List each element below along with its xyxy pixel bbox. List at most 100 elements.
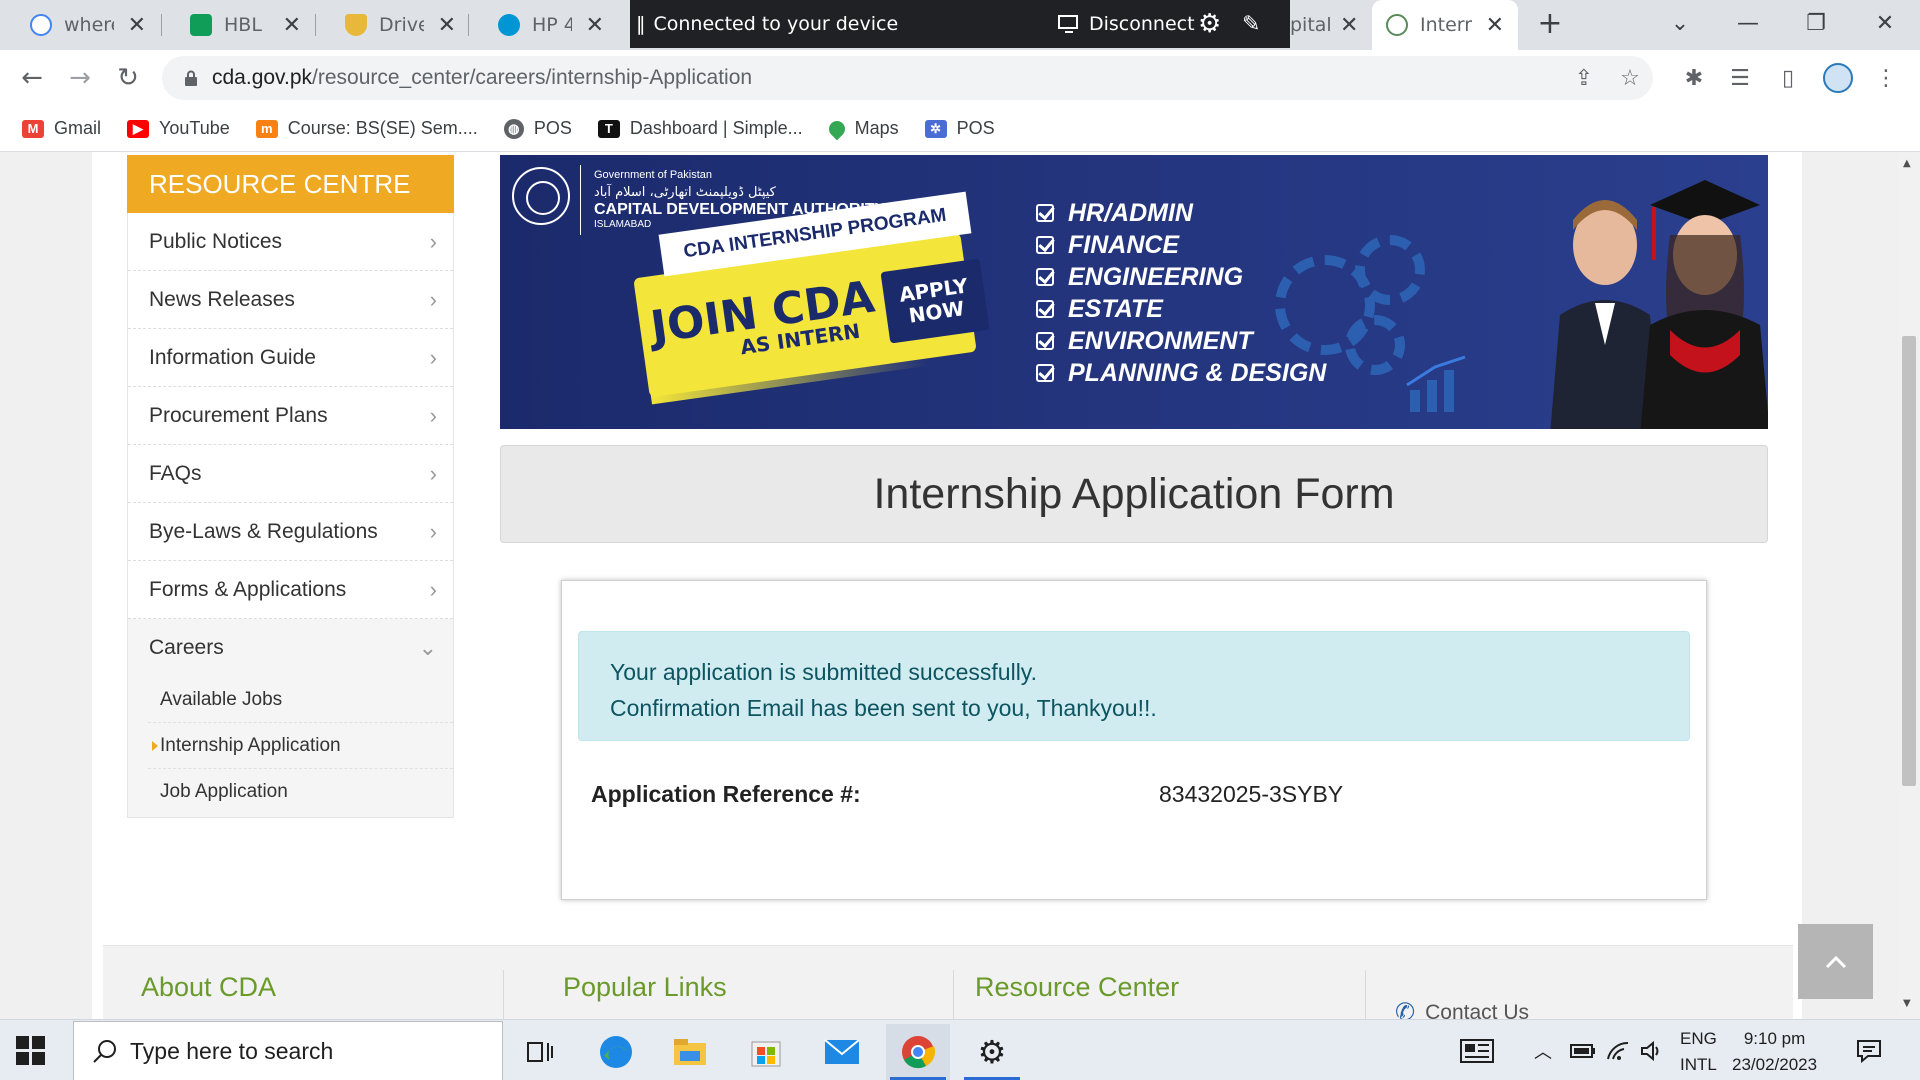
page-viewport: RESOURCE CENTRE Public Notices › News Rel… <box>0 152 1898 1019</box>
chevron-right-icon: › <box>429 286 437 312</box>
sidebar-item-forms[interactable]: Forms & Applications › <box>128 561 453 619</box>
cast-bar-handle[interactable]: ‖ <box>636 13 646 35</box>
close-tab-icon[interactable]: ✕ <box>1340 13 1358 38</box>
sidebar-item-public-notices[interactable]: Public Notices › <box>128 213 453 271</box>
submenu-item-available-jobs[interactable]: Available Jobs <box>148 677 453 723</box>
tab-hp[interactable]: HP 430 ✕ <box>468 0 618 50</box>
wifi-icon[interactable] <box>1606 1020 1630 1080</box>
sidebar-item-procurement-plans[interactable]: Procurement Plans › <box>128 387 453 445</box>
checkbox-icon <box>1036 204 1054 222</box>
checkbox-icon <box>1036 300 1054 318</box>
close-tab-icon[interactable]: ✕ <box>283 13 301 38</box>
extensions-icon[interactable]: ✱ <box>1676 60 1712 96</box>
news-widget-icon[interactable] <box>1460 1020 1494 1080</box>
taskbar-edge[interactable] <box>584 1024 648 1080</box>
task-view-button[interactable] <box>508 1024 572 1080</box>
close-tab-icon[interactable]: ✕ <box>438 13 456 38</box>
cast-status: Connected to your device <box>653 13 899 35</box>
sidebar-item-information-guide[interactable]: Information Guide › <box>128 329 453 387</box>
tab-internship[interactable]: Interns ✕ <box>1372 0 1518 50</box>
share-icon[interactable]: ⇪ <box>1566 60 1602 96</box>
side-panel-icon[interactable]: ▯ <box>1770 60 1806 96</box>
back-to-top-button[interactable] <box>1798 924 1873 999</box>
back-button[interactable]: ← <box>12 58 52 98</box>
volume-icon[interactable] <box>1640 1020 1664 1080</box>
submenu-item-label: Internship Application <box>160 734 341 756</box>
media-control-icon[interactable]: ☰ <box>1722 60 1758 96</box>
url-domain: cda.gov.pk <box>212 66 313 89</box>
bookmark-youtube[interactable]: ▶ YouTube <box>127 118 230 139</box>
page-scrollbar[interactable]: ▲ ▼ <box>1898 152 1920 1019</box>
sidebar-item-label: FAQs <box>149 461 202 485</box>
clock-time: 9:10 pm <box>1743 1029 1806 1048</box>
sidebar-item-faqs[interactable]: FAQs › <box>128 445 453 503</box>
footer-contact-link[interactable]: ✆ Contact Us <box>1395 998 1529 1019</box>
sidebar-item-bye-laws[interactable]: Bye-Laws & Regulations › <box>128 503 453 561</box>
restore-button[interactable]: ❐ <box>1786 0 1846 46</box>
close-tab-icon[interactable]: ✕ <box>1486 13 1504 38</box>
department-label: ENVIRONMENT <box>1068 326 1253 355</box>
bookmark-dashboard[interactable]: T Dashboard | Simple... <box>597 118 803 139</box>
taskbar-store[interactable] <box>734 1024 798 1080</box>
tab-google[interactable]: where ✕ <box>0 0 160 50</box>
logo-divider <box>580 165 581 235</box>
footer-divider <box>503 970 504 1019</box>
sidebar-item-news-releases[interactable]: News Releases › <box>128 271 453 329</box>
taskbar-file-explorer[interactable] <box>658 1024 722 1080</box>
footer-popular-links-heading: Popular Links <box>563 972 727 1002</box>
close-tab-icon[interactable]: ✕ <box>586 13 604 38</box>
pin-icon[interactable]: ✎ <box>1242 12 1260 37</box>
scroll-down-arrow-icon[interactable]: ▼ <box>1903 998 1911 1009</box>
taskbar-search-box[interactable]: Type here to search <box>73 1021 503 1080</box>
chrome-icon <box>902 1036 936 1069</box>
bookmark-pos-1[interactable]: ◍ POS <box>503 118 572 139</box>
language-indicator[interactable]: ENG INTL <box>1680 1026 1717 1078</box>
taskbar-mail[interactable] <box>810 1024 874 1080</box>
battery-icon[interactable] <box>1570 1020 1596 1080</box>
tab-hbl[interactable]: HBL PS ✕ <box>160 0 315 50</box>
tab-driver[interactable]: Driver ✕ <box>315 0 470 50</box>
windows-start-button[interactable] <box>16 1036 46 1066</box>
bookmark-pos-2[interactable]: ✲ POS <box>924 118 995 139</box>
disconnect-button[interactable]: Disconnect <box>1057 13 1195 35</box>
reload-button[interactable]: ↻ <box>108 58 148 98</box>
banner-urdu-text: کیپٹل ڈویلپمنٹ اتھارٹی، اسلام آباد <box>594 185 776 200</box>
avatar[interactable] <box>1820 60 1856 96</box>
bookmark-gmail[interactable]: M Gmail <box>22 118 101 139</box>
kebab-menu-icon[interactable]: ⋮ <box>1868 60 1904 96</box>
notification-icon[interactable] <box>1856 1020 1882 1080</box>
banner-city-text: ISLAMABAD <box>594 219 652 230</box>
sidebar-item-careers[interactable]: Careers ⌄ <box>128 619 453 677</box>
scroll-up-arrow-icon[interactable]: ▲ <box>1903 158 1911 169</box>
submenu-item-job-application[interactable]: Job Application <box>148 769 453 815</box>
tab-capital[interactable]: pital ✕ <box>1282 0 1380 50</box>
sidebar-item-label: Careers <box>149 636 224 659</box>
footer-about-heading: About CDA <box>141 972 277 1002</box>
bookmark-maps[interactable]: Maps <box>825 117 899 140</box>
bookmark-course[interactable]: m Course: BS(SE) Sem.... <box>255 118 478 139</box>
sidebar-item-label: Procurement Plans <box>149 403 328 427</box>
address-bar[interactable]: cda.gov.pk/resource_center/careers/inter… <box>162 56 1653 100</box>
shield-icon <box>345 14 367 36</box>
forward-button[interactable]: → <box>60 58 100 98</box>
tab-search-icon[interactable]: ⌄ <box>1650 0 1710 46</box>
chevron-right-icon: › <box>429 228 437 254</box>
gear-icon[interactable]: ⚙ <box>1198 9 1221 39</box>
taskbar-settings[interactable]: ⚙ <box>960 1024 1024 1080</box>
department-label: ESTATE <box>1068 294 1163 323</box>
submenu-item-internship-application[interactable]: Internship Application <box>148 723 453 769</box>
minimize-button[interactable]: — <box>1718 0 1778 46</box>
bookmark-star-icon[interactable]: ☆ <box>1612 60 1648 96</box>
close-window-button[interactable]: ✕ <box>1855 0 1915 46</box>
tab-label: Driver <box>379 14 424 36</box>
sidebar-item-label: Information Guide <box>149 345 316 369</box>
scroll-thumb[interactable] <box>1902 336 1916 786</box>
close-tab-icon[interactable]: ✕ <box>128 13 146 38</box>
taskbar-chrome[interactable] <box>886 1024 950 1080</box>
bookmark-label: Course: BS(SE) Sem.... <box>287 118 478 138</box>
new-tab-button[interactable]: + <box>1520 0 1580 46</box>
contact-label: Contact Us <box>1425 1000 1529 1020</box>
youtube-icon: ▶ <box>127 119 150 138</box>
tray-overflow-icon[interactable]: ︿ <box>1534 1020 1552 1080</box>
taskbar-clock[interactable]: 9:10 pm 23/02/2023 <box>1732 1026 1817 1078</box>
